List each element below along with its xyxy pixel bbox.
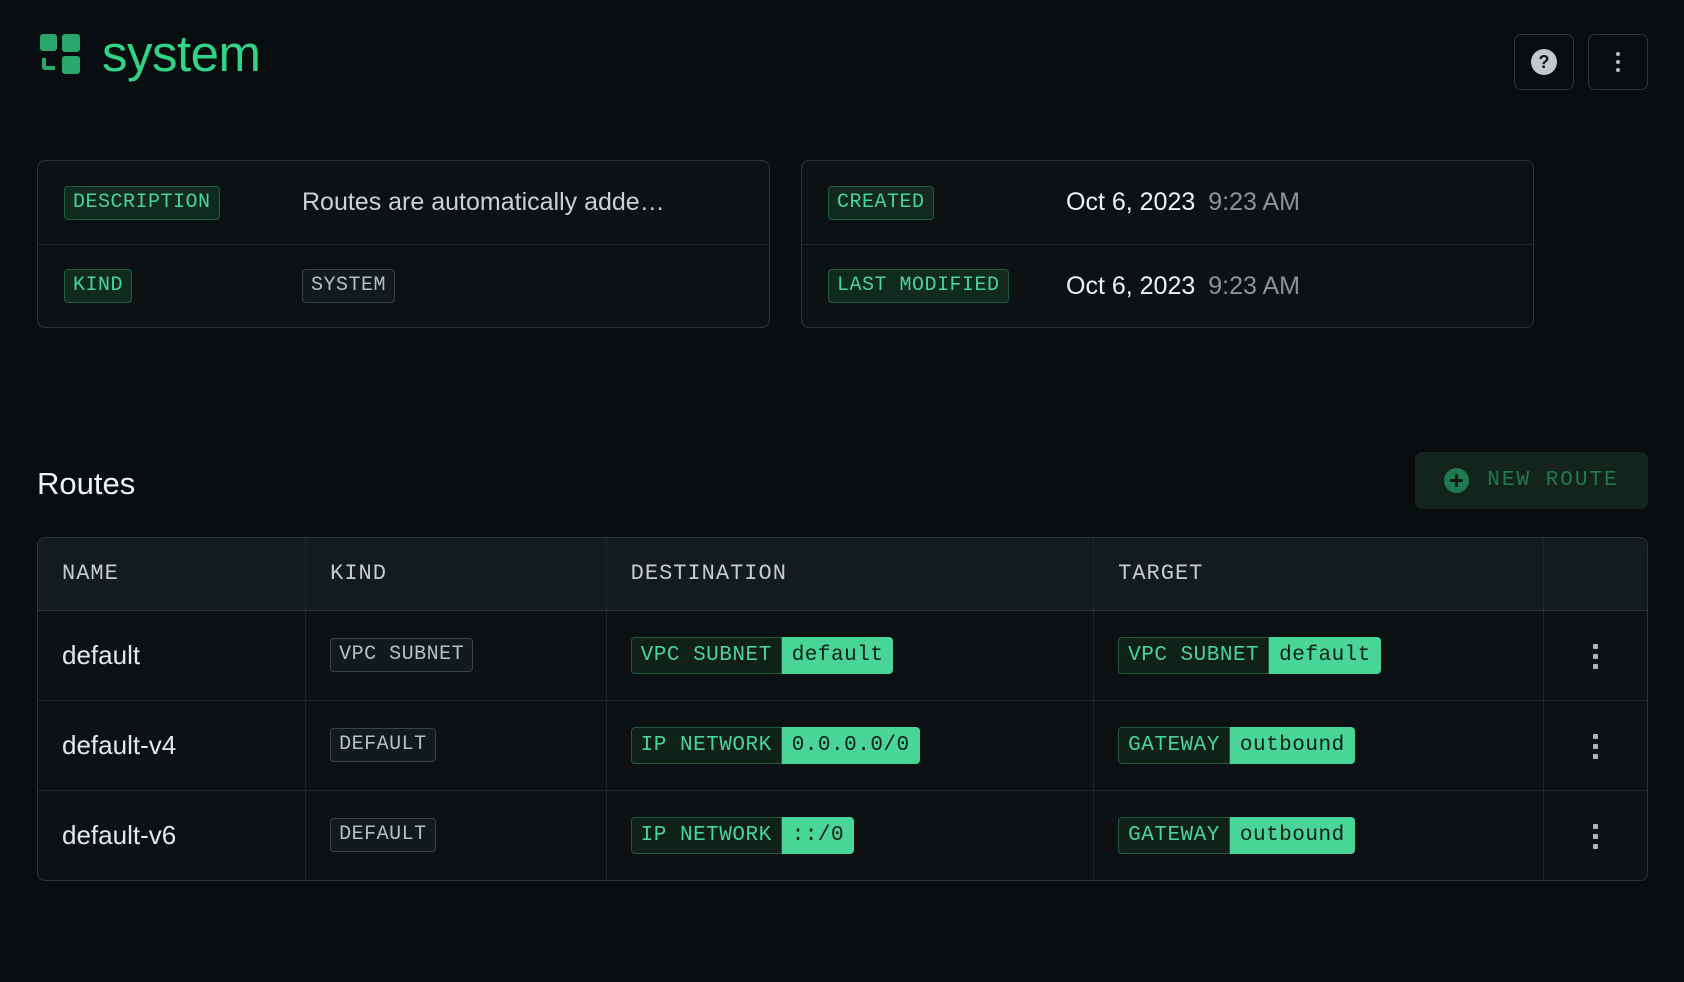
new-route-label: NEW ROUTE [1487,469,1618,492]
column-header-destination: DESTINATION [606,538,1093,610]
route-name: default-v6 [62,820,176,850]
route-kind-badge: DEFAULT [330,728,436,762]
cell-kind: DEFAULT [306,790,607,880]
brand: system [40,28,261,79]
last-modified-value-cell: Oct 6, 2023 9:23 AM [1066,272,1507,301]
destination-badge: VPC SUBNET default [631,637,894,674]
help-circle-icon: ? [1531,49,1557,75]
kind-label: KIND [64,269,132,303]
row-more-vertical-icon[interactable] [1587,638,1604,675]
cell-target: GATEWAY outbound [1094,790,1544,880]
description-label: DESCRIPTION [64,186,220,220]
column-header-kind: KIND [306,538,607,610]
plus-circle-icon [1444,468,1469,493]
destination-value: 0.0.0.0/0 [782,727,920,764]
page-title: system [102,28,261,79]
column-header-name: NAME [38,538,306,610]
last-modified-date: Oct 6, 2023 [1066,272,1195,301]
row-more-vertical-icon[interactable] [1587,818,1604,855]
cell-target: GATEWAY outbound [1094,700,1544,790]
target-value: default [1269,637,1381,674]
metadata-card-right: CREATED Oct 6, 2023 9:23 AM LAST MODIFIE… [801,160,1534,328]
description-row: DESCRIPTION Routes are automatically add… [38,161,769,244]
created-value-cell: Oct 6, 2023 9:23 AM [1066,188,1507,217]
last-modified-label: LAST MODIFIED [828,269,1009,303]
created-time: 9:23 AM [1208,188,1300,217]
top-bar-actions: ? [1514,34,1648,90]
cell-target: VPC SUBNET default [1094,610,1544,700]
created-label-cell: CREATED [828,186,1066,220]
destination-badge: IP NETWORK 0.0.0.0/0 [631,727,920,764]
cell-name: default-v4 [38,700,306,790]
target-type: GATEWAY [1118,727,1230,764]
cell-destination: IP NETWORK 0.0.0.0/0 [606,700,1093,790]
created-label: CREATED [828,186,934,220]
destination-type: VPC SUBNET [631,637,782,674]
target-type: VPC SUBNET [1118,637,1269,674]
target-badge: VPC SUBNET default [1118,637,1381,674]
table-row[interactable]: default VPC SUBNET VPC SUBNET default VP… [38,610,1647,700]
last-modified-label-cell: LAST MODIFIED [828,269,1066,303]
more-vertical-icon [1616,52,1620,72]
more-actions-button[interactable] [1588,34,1648,90]
table-header-row: NAME KIND DESTINATION TARGET [38,538,1647,610]
destination-badge: IP NETWORK ::/0 [631,817,854,854]
last-modified-row: LAST MODIFIED Oct 6, 2023 9:23 AM [802,244,1533,327]
cell-destination: VPC SUBNET default [606,610,1093,700]
cell-actions [1544,610,1647,700]
cell-actions [1544,700,1647,790]
destination-type: IP NETWORK [631,727,782,764]
kind-value-cell: SYSTEM [302,269,743,303]
kind-row: KIND SYSTEM [38,244,769,327]
row-more-vertical-icon[interactable] [1587,728,1604,765]
description-value-cell: Routes are automatically adde… [302,188,743,217]
description-value: Routes are automatically adde… [302,188,665,217]
info-cards: DESCRIPTION Routes are automatically add… [37,160,1534,328]
routes-section-header: Routes NEW ROUTE [37,452,1648,524]
destination-value: ::/0 [782,817,854,854]
grid-squares-logo-icon [40,34,80,74]
column-header-target: TARGET [1094,538,1544,610]
target-type: GATEWAY [1118,817,1230,854]
description-label-cell: DESCRIPTION [64,186,302,220]
new-route-button[interactable]: NEW ROUTE [1415,452,1648,509]
route-name: default [62,640,140,670]
table-row[interactable]: default-v4 DEFAULT IP NETWORK 0.0.0.0/0 … [38,700,1647,790]
top-bar: system ? [0,0,1684,120]
target-value: outbound [1230,817,1355,854]
column-header-actions [1544,538,1647,610]
destination-type: IP NETWORK [631,817,782,854]
kind-label-cell: KIND [64,269,302,303]
route-name: default-v4 [62,730,176,760]
created-row: CREATED Oct 6, 2023 9:23 AM [802,161,1533,244]
target-value: outbound [1230,727,1355,764]
kind-value-badge: SYSTEM [302,269,395,303]
table-row[interactable]: default-v6 DEFAULT IP NETWORK ::/0 GATEW… [38,790,1647,880]
route-kind-badge: VPC SUBNET [330,638,473,672]
help-button[interactable]: ? [1514,34,1574,90]
destination-value: default [782,637,894,674]
cell-kind: VPC SUBNET [306,610,607,700]
target-badge: GATEWAY outbound [1118,817,1355,854]
routes-table: NAME KIND DESTINATION TARGET default VPC… [37,537,1648,881]
cell-name: default [38,610,306,700]
cell-name: default-v6 [38,790,306,880]
route-kind-badge: DEFAULT [330,818,436,852]
routes-heading: Routes [37,466,135,502]
cell-destination: IP NETWORK ::/0 [606,790,1093,880]
metadata-card-left: DESCRIPTION Routes are automatically add… [37,160,770,328]
created-date: Oct 6, 2023 [1066,188,1195,217]
cell-actions [1544,790,1647,880]
cell-kind: DEFAULT [306,700,607,790]
target-badge: GATEWAY outbound [1118,727,1355,764]
last-modified-time: 9:23 AM [1208,272,1300,301]
